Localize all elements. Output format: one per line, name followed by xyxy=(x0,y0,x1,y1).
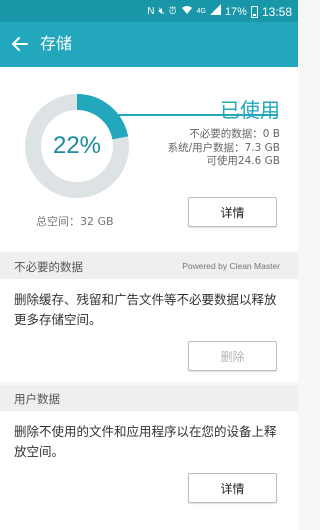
stat-system-user: 系统/用户数据：7.3 GB xyxy=(167,141,280,154)
stat-available: 可使用24.6 GB xyxy=(206,155,280,167)
storage-details-button[interactable]: 详情 xyxy=(188,197,277,227)
total-space: 总空间：32 GB xyxy=(36,215,114,228)
status-icons: N 🔇︎ ⏰︎ 4G 17% 13:58 xyxy=(147,4,292,20)
junk-description: 删除缓存、残留和广告文件等不必要数据以释放更多存储空间。 xyxy=(14,292,277,327)
powered-by-label: Powered by Clean Master xyxy=(182,261,280,271)
status-time: 13:58 xyxy=(261,5,292,19)
junk-section-title: 不必要的数据 xyxy=(14,260,83,274)
nfc-icon: N xyxy=(147,6,155,17)
battery-percent: 17% xyxy=(224,6,247,18)
alarm-icon: ⏰︎ xyxy=(168,6,177,17)
app-bar: 存储 xyxy=(0,22,298,67)
stat-unnecessary: 不必要的数据：0 B xyxy=(189,128,280,140)
junk-section-header: 不必要的数据 Powered by Clean Master xyxy=(0,253,298,279)
leader-dot xyxy=(100,111,108,119)
storage-summary-card: 22% 已使用 不必要的数据：0 B 系统/用户数据：7.3 GB 可使用24.… xyxy=(0,67,298,251)
delete-junk-button[interactable]: 删除 xyxy=(188,341,277,371)
signal-icon xyxy=(209,4,221,20)
network-type: 4G xyxy=(196,8,206,15)
arrow-left-icon[interactable] xyxy=(10,34,30,54)
user-section-title: 用户数据 xyxy=(14,392,60,406)
battery-icon xyxy=(250,6,258,18)
user-details-button[interactable]: 详情 xyxy=(188,473,277,503)
user-section-card: 删除不使用的文件和应用程序以在您的设备上释放空间。 详情 xyxy=(0,411,298,530)
page-title: 存储 xyxy=(40,34,73,53)
used-percent: 22% xyxy=(52,132,102,159)
junk-section-card: 删除缓存、残留和广告文件等不必要数据以释放更多存储空间。 删除 xyxy=(0,279,298,382)
used-title: 已使用 xyxy=(220,98,280,122)
wifi-icon xyxy=(181,5,193,20)
storage-stats: 不必要的数据：0 B 系统/用户数据：7.3 GB 可使用24.6 GB xyxy=(168,128,280,169)
mute-icon: 🔇︎ xyxy=(158,6,165,17)
status-bar: N 🔇︎ ⏰︎ 4G 17% 13:58 xyxy=(0,0,298,22)
user-section-header: 用户数据 xyxy=(0,385,298,411)
user-description: 删除不使用的文件和应用程序以在您的设备上释放空间。 xyxy=(14,424,277,459)
